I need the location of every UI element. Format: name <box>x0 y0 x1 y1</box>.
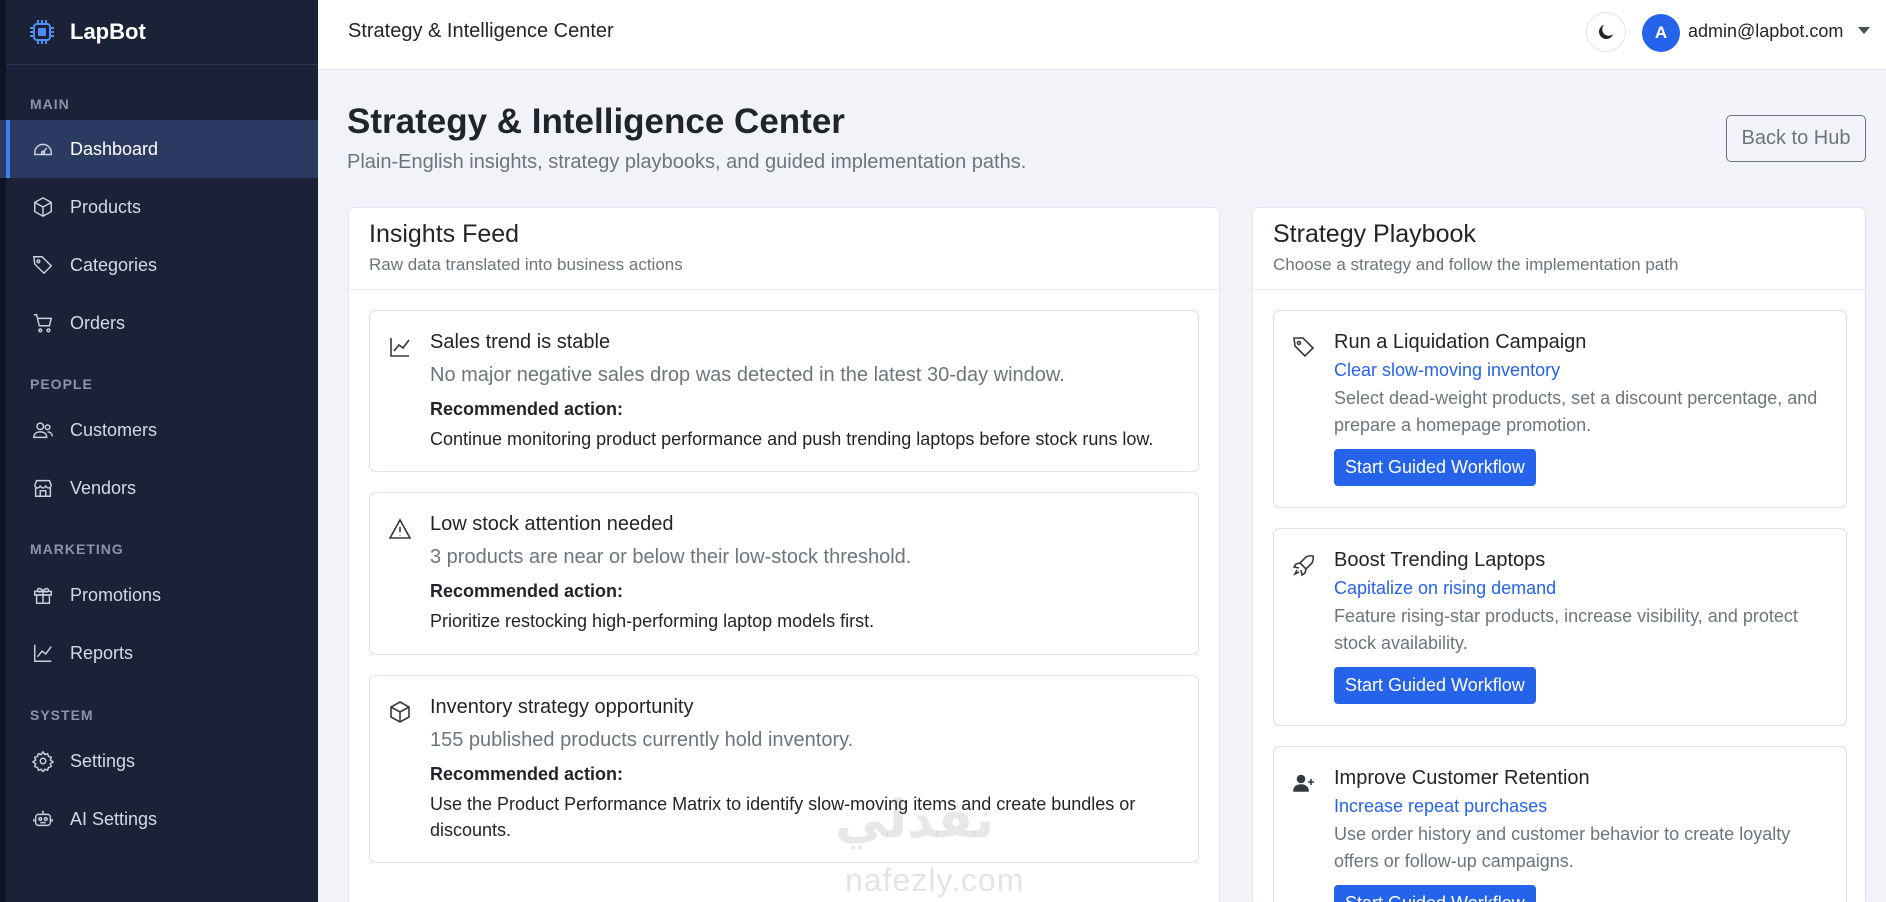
sidebar-item-categories[interactable]: Categories <box>0 236 318 294</box>
sidebar-item-settings[interactable]: Settings <box>0 732 318 790</box>
strategy-playbook-panel: Strategy Playbook Choose a strategy and … <box>1252 207 1866 902</box>
gauge-icon <box>32 138 54 160</box>
watermark: نفذلي <box>835 791 995 849</box>
insights-feed-header: Insights Feed Raw data translated into b… <box>349 208 1219 290</box>
strategy-subtitle[interactable]: Clear slow-moving inventory <box>1334 360 1826 381</box>
insight-title: Sales trend is stable <box>430 331 611 353</box>
insight-card: Sales trend is stable No major negative … <box>369 310 1199 472</box>
strategy-card: Run a Liquidation Campaign Clear slow-mo… <box>1273 310 1847 508</box>
graph-up-icon <box>32 642 54 664</box>
sidebar-item-label: Reports <box>70 642 134 663</box>
person-plus-icon <box>1292 771 1316 795</box>
sidebar-item-products[interactable]: Products <box>0 178 318 236</box>
avatar[interactable]: A <box>1642 14 1680 52</box>
watermark-url: nafezly.com <box>845 862 1025 898</box>
strategy-title: Run a Liquidation Campaign <box>1334 331 1587 353</box>
recommended-action-label: Recommended action: <box>430 764 624 784</box>
start-guided-workflow-button[interactable]: Start Guided Workflow <box>1334 885 1536 902</box>
sidebar-item-customers[interactable]: Customers <box>0 401 318 459</box>
sidebar-item-label: Vendors <box>70 477 137 498</box>
insight-title: Inventory strategy opportunity <box>430 696 694 718</box>
sidebar-item-promotions[interactable]: Promotions <box>0 566 318 624</box>
sidebar-item-label: Customers <box>70 419 158 440</box>
insights-feed-panel: Insights Feed Raw data translated into b… <box>348 207 1220 902</box>
strategy-card: Boost Trending Laptops Capitalize on ris… <box>1273 528 1847 726</box>
panel-title: Insights Feed <box>369 220 520 248</box>
caret-down-icon[interactable] <box>1858 27 1870 34</box>
recommended-action: Continue monitoring product performance … <box>430 429 1154 449</box>
section-label-main: MAIN <box>30 96 70 112</box>
back-to-hub-button[interactable]: Back to Hub <box>1726 115 1866 162</box>
sidebar-item-label: Settings <box>70 750 136 771</box>
brand-name: LapBot <box>70 19 146 44</box>
tags-icon <box>1292 335 1316 359</box>
gift-icon <box>32 584 54 606</box>
sidebar-item-label: Categories <box>70 254 158 275</box>
strategy-subtitle[interactable]: Increase repeat purchases <box>1334 796 1826 817</box>
rocket-icon <box>1292 553 1316 577</box>
sidebar-item-label: AI Settings <box>70 808 158 829</box>
strategy-description: Feature rising-star products, increase v… <box>1334 606 1798 653</box>
recommended-action-label: Recommended action: <box>430 581 624 601</box>
tags-icon <box>32 254 54 276</box>
sidebar-item-label: Dashboard <box>70 138 159 159</box>
recommended-action: Prioritize restocking high-performing la… <box>430 611 875 631</box>
strategy-card: Improve Customer Retention Increase repe… <box>1273 746 1847 902</box>
strategy-title: Improve Customer Retention <box>1334 767 1590 789</box>
sidebar-item-dashboard[interactable]: Dashboard <box>0 120 318 178</box>
theme-toggle-button[interactable] <box>1586 12 1626 52</box>
sidebar-item-ai-settings[interactable]: AI Settings <box>0 790 318 848</box>
box-icon <box>32 196 54 218</box>
graph-up-icon <box>388 335 412 359</box>
recommended-action: Use the Product Performance Matrix to id… <box>430 794 1136 840</box>
page-subtitle: Plain-English insights, strategy playboo… <box>347 151 1027 173</box>
insight-description: No major negative sales drop was detecte… <box>430 364 1065 386</box>
strategy-description: Use order history and customer behavior … <box>1334 824 1791 871</box>
panel-subtitle: Choose a strategy and follow the impleme… <box>1273 255 1679 274</box>
shop-icon <box>32 477 54 499</box>
page-title: Strategy & Intelligence Center <box>347 102 845 141</box>
insight-card: Low stock attention needed 3 products ar… <box>369 492 1199 655</box>
section-label-people: PEOPLE <box>30 376 93 392</box>
topbar-title: Strategy & Intelligence Center <box>348 20 614 42</box>
sidebar-item-label: Products <box>70 196 142 217</box>
panel-subtitle: Raw data translated into business action… <box>369 255 683 274</box>
insight-description: 155 published products currently hold in… <box>430 729 854 751</box>
strategy-subtitle[interactable]: Capitalize on rising demand <box>1334 578 1826 599</box>
sidebar-item-reports[interactable]: Reports <box>0 624 318 682</box>
sidebar: LapBot MAIN Dashboard Products Categorie… <box>0 0 318 902</box>
moon-icon <box>1598 24 1614 40</box>
sidebar-item-label: Orders <box>70 312 126 333</box>
gear-icon <box>32 750 54 772</box>
insight-title: Low stock attention needed <box>430 513 674 535</box>
start-guided-workflow-button[interactable]: Start Guided Workflow <box>1334 667 1536 704</box>
strategy-playbook-header: Strategy Playbook Choose a strategy and … <box>1253 208 1865 290</box>
warning-icon <box>388 517 412 541</box>
insight-description: 3 products are near or below their low-s… <box>430 546 912 568</box>
robot-icon <box>32 808 54 830</box>
brand[interactable]: LapBot <box>0 0 318 65</box>
user-menu-email[interactable]: admin@lapbot.com <box>1688 21 1843 42</box>
insight-card: Inventory strategy opportunity 155 publi… <box>369 675 1199 863</box>
strategy-title: Boost Trending Laptops <box>1334 549 1546 571</box>
box-icon <box>388 700 412 724</box>
section-label-system: SYSTEM <box>30 707 94 723</box>
cart-icon <box>32 312 54 334</box>
cpu-icon <box>30 20 54 44</box>
section-label-marketing: MARKETING <box>30 541 124 557</box>
sidebar-item-orders[interactable]: Orders <box>0 294 318 352</box>
strategy-description: Select dead-weight products, set a disco… <box>1334 388 1818 435</box>
people-icon <box>32 419 54 441</box>
start-guided-workflow-button[interactable]: Start Guided Workflow <box>1334 449 1536 486</box>
panel-title: Strategy Playbook <box>1273 220 1476 248</box>
sidebar-item-vendors[interactable]: Vendors <box>0 459 318 517</box>
recommended-action-label: Recommended action: <box>430 399 624 419</box>
sidebar-item-label: Promotions <box>70 584 162 605</box>
topbar: Strategy & Intelligence Center A admin@l… <box>318 0 1886 70</box>
